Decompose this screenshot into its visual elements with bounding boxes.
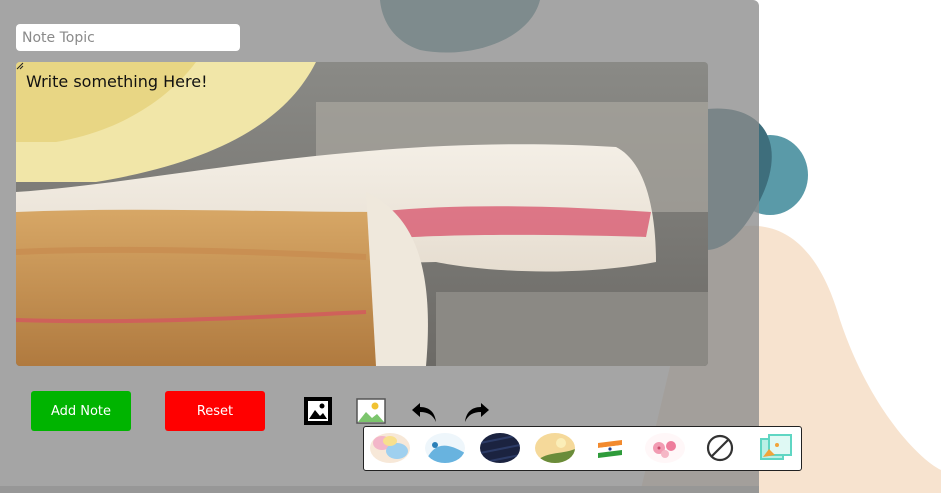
background-picker: [363, 426, 802, 471]
custom-image-icon[interactable]: [755, 433, 795, 463]
image-icon[interactable]: [302, 395, 334, 427]
resize-handle-icon[interactable]: [16, 62, 24, 70]
note-body-placeholder: Write something Here!: [26, 72, 208, 91]
watercolor-swatch[interactable]: [370, 433, 410, 463]
blue-splash-swatch[interactable]: [425, 433, 465, 463]
add-note-button[interactable]: Add Note: [31, 391, 131, 431]
note-background-image: [16, 62, 708, 366]
reset-button[interactable]: Reset: [165, 391, 265, 431]
undo-icon[interactable]: [408, 395, 440, 427]
flowers-swatch[interactable]: [645, 433, 685, 463]
navy-pattern-swatch[interactable]: [480, 433, 520, 463]
next-panel-edge: [0, 486, 759, 493]
sunset-hills-swatch[interactable]: [535, 433, 575, 463]
no-background-icon[interactable]: [700, 433, 740, 463]
background-image-icon[interactable]: [355, 395, 387, 427]
redo-icon[interactable]: [461, 395, 493, 427]
india-flag-swatch[interactable]: [590, 433, 630, 463]
note-topic-input[interactable]: [16, 24, 240, 51]
note-body-textarea[interactable]: Write something Here!: [16, 62, 708, 366]
